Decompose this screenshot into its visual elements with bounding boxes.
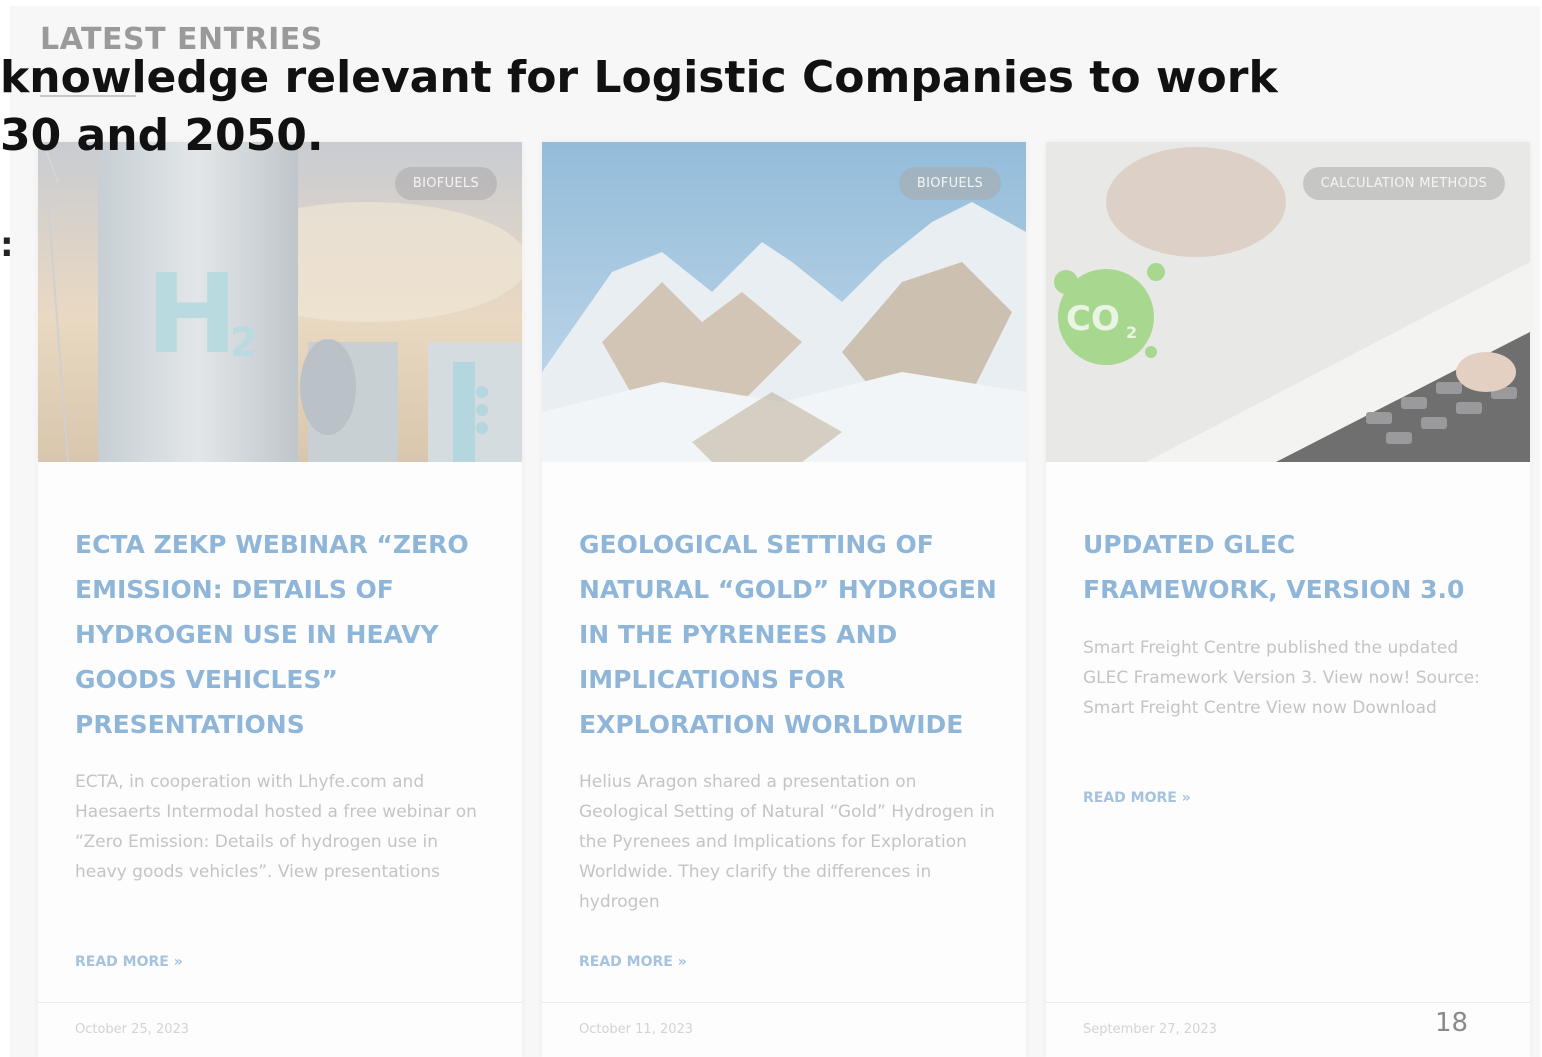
overlay-heading-line-2: 30 and 2050. <box>0 110 324 161</box>
card-divider <box>542 1002 1026 1003</box>
card-divider <box>1046 1002 1530 1003</box>
post-date: October 11, 2023 <box>579 1022 694 1037</box>
post-card[interactable]: H 2 BIOFUELS ECTA ZEKP WEBINAR “ZERO EMI… <box>38 142 522 1057</box>
page-number: 18 <box>1435 1008 1469 1038</box>
post-card[interactable]: BIOFUELS GEOLOGICAL SETTING OF NATURAL “… <box>542 142 1026 1057</box>
svg-text:2: 2 <box>230 320 258 366</box>
read-more-link[interactable]: READ MORE » <box>579 954 687 970</box>
post-excerpt: Helius Aragon shared a presentation on G… <box>579 772 995 912</box>
post-card[interactable]: CO 2 CALCULATION METHODS UPDATED GLEC FR… <box>1046 142 1530 1057</box>
category-badge[interactable]: BIOFUELS <box>898 167 1001 200</box>
post-excerpt: Smart Freight Centre published the updat… <box>1083 638 1480 718</box>
svg-text:CO: CO <box>1066 299 1120 339</box>
post-title[interactable]: UPDATED GLEC FRAMEWORK, VERSION 3.0 <box>1083 522 1483 612</box>
read-more-link[interactable]: READ MORE » <box>1083 790 1191 806</box>
card-divider <box>38 1002 522 1003</box>
hydrogen-tank-image[interactable]: H 2 BIOFUELS <box>38 142 522 462</box>
post-title[interactable]: GEOLOGICAL SETTING OF NATURAL “GOLD” HYD… <box>579 522 999 747</box>
category-badge[interactable]: BIOFUELS <box>394 167 497 200</box>
overlay-heading-line-1: knowledge relevant for Logistic Companie… <box>0 52 1278 103</box>
category-badge[interactable]: CALCULATION METHODS <box>1302 167 1505 200</box>
svg-text:H: H <box>146 250 238 378</box>
read-more-link[interactable]: READ MORE » <box>75 954 183 970</box>
co2-calculator-image[interactable]: CO 2 CALCULATION METHODS <box>1046 142 1530 462</box>
svg-text:2: 2 <box>1126 323 1137 342</box>
post-excerpt: ECTA, in cooperation with Lhyfe.com and … <box>75 772 477 882</box>
post-date: September 27, 2023 <box>1083 1022 1217 1037</box>
post-title[interactable]: ECTA ZEKP WEBINAR “ZERO EMISSION: DETAIL… <box>75 522 495 747</box>
post-date: October 25, 2023 <box>75 1022 190 1037</box>
snowy-mountains-image[interactable]: BIOFUELS <box>542 142 1026 462</box>
overlay-fragment: : <box>0 225 14 265</box>
